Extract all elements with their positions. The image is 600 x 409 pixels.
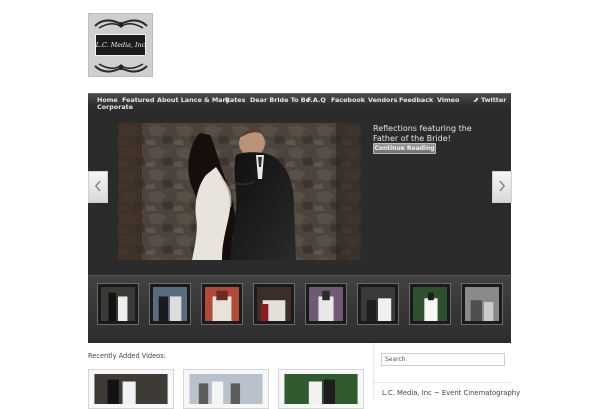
thumbnail-image xyxy=(361,287,395,321)
thumbnail-2[interactable] xyxy=(149,283,191,325)
thumbnail-7[interactable] xyxy=(409,283,451,325)
logo-text: L.C. Media, Inc xyxy=(95,41,146,49)
thumbnail-4[interactable] xyxy=(253,283,295,325)
main-navigation: Home Featured About Lance & Mary Rates D… xyxy=(88,93,511,107)
sidebar-separator xyxy=(373,382,511,383)
nav-item-vendors[interactable]: Vendors xyxy=(368,96,397,104)
thumbnail-image xyxy=(309,287,343,321)
thumbnail-5[interactable] xyxy=(305,283,347,325)
chevron-left-icon xyxy=(93,178,103,197)
recent-video-1[interactable] xyxy=(88,369,174,409)
continue-reading-button[interactable]: Continue Reading xyxy=(373,143,436,154)
featured-image[interactable] xyxy=(118,123,361,260)
nav-item-vimeo[interactable]: Vimeo xyxy=(437,96,459,104)
nav-item-feedback[interactable]: Feedback xyxy=(399,96,433,104)
nav-item-facebook[interactable]: Facebook xyxy=(331,96,365,104)
nav-item-rates[interactable]: Rates xyxy=(225,96,245,104)
thumbnail-image xyxy=(465,287,499,321)
sidebar-title: L.C. Media, Inc ~ Event Cinematography xyxy=(382,389,521,397)
thumbnail-image xyxy=(257,287,291,321)
thumbnail-image xyxy=(101,287,135,321)
thumbnail-image xyxy=(413,287,447,321)
nav-item-faq[interactable]: F.A.Q xyxy=(307,96,326,104)
recent-videos-heading: Recently Added Videos: xyxy=(88,352,166,360)
nav-item-corporate[interactable]: Corporate xyxy=(97,103,133,111)
thumbnail-8[interactable] xyxy=(461,283,503,325)
nav-item-twitter[interactable]: Twitter xyxy=(473,96,506,104)
twitter-label: Twitter xyxy=(481,96,507,104)
featured-caption: Reflections featuring the Father of the … xyxy=(373,124,472,143)
search-input[interactable] xyxy=(381,353,505,366)
nav-item-dear-bride[interactable]: Dear Bride To Be xyxy=(250,96,310,104)
thumbnail-image xyxy=(205,287,239,321)
chevron-right-icon xyxy=(497,178,507,197)
recent-video-3[interactable] xyxy=(278,369,364,409)
thumbnail-1[interactable] xyxy=(97,283,139,325)
logo-label-box: L.C. Media, Inc xyxy=(95,34,146,56)
bird-icon xyxy=(473,97,479,103)
thumbnail-3[interactable] xyxy=(201,283,243,325)
nav-item-about[interactable]: About Lance & Mary xyxy=(157,96,230,104)
recent-video-2[interactable] xyxy=(183,369,269,409)
next-slide-button[interactable] xyxy=(492,171,512,203)
site-logo[interactable]: L.C. Media, Inc xyxy=(88,13,153,77)
thumbnail-6[interactable] xyxy=(357,283,399,325)
previous-slide-button[interactable] xyxy=(88,171,108,203)
sidebar-divider xyxy=(373,343,374,400)
featured-photo xyxy=(118,123,361,260)
thumbnail-image xyxy=(153,287,187,321)
